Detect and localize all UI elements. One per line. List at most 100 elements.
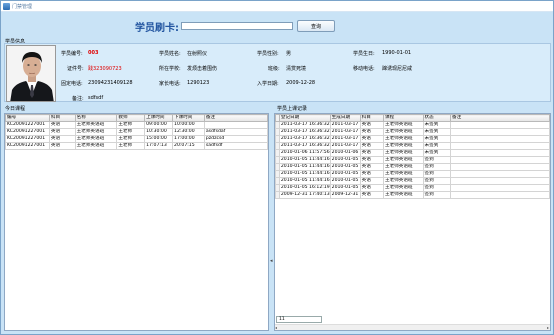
table-cell: 10:30:00 [144,128,174,136]
table-cell: sadfsdf [203,142,268,150]
table-cell: 2011-03-17 16:36:32 [278,128,331,136]
table-cell [450,142,550,150]
table-row[interactable]: 2009-12-31 17:40:13 2009-12-31 英语 王老师英语班 签到 [275,191,550,199]
column-header[interactable]: 教师 [116,114,146,122]
table-row[interactable]: 2011-03-17 16:36:32 2011-03-17 英语 王老师英语班 未签到 [275,128,550,136]
table-cell: 王老师英语班 [383,149,424,157]
column-header[interactable]: 课程 [383,114,424,122]
scroll-right-icon[interactable]: ▸ [547,325,549,330]
table-row[interactable]: KC20091227001 英语 王老师英语班 王老师 17:07:13 20:07:15… [5,142,268,150]
table-row[interactable]: 2011-03-17 16:36:32 2011-03-17 英语 王老师英语班 未签到 [275,135,550,143]
column-header[interactable]: 上课时间 [144,114,174,122]
column-header[interactable]: 备注 [450,114,550,122]
class-value: 清赏死境 [286,66,307,72]
table-cell: 2010-01-05 [329,184,361,192]
table-cell: 17:00:00 [172,135,205,143]
title-bar: 门禁管理 [1,1,553,12]
table-row[interactable]: 2010-01-05 16:12:19 2010-01-05 英语 王老师英语班 签到 [275,184,550,192]
table-cell: 签到 [422,177,452,185]
table-cell: KC20091227001 [5,121,50,129]
student-id-label: 学员编号: [61,51,83,57]
table-cell: 英语 [359,149,385,157]
table-cell: 王老师英语班 [74,121,118,129]
swipe-card-label: 学员刷卡: [135,23,179,34]
attendance-grid[interactable]: 登记日期 生成日期 科目 课程 状态 备注 2011-03-17 16:36:32 2011… [274,113,551,331]
table-cell: 签到 [422,170,452,178]
table-cell: 2010-01-05 11:44:16 [278,177,331,185]
table-cell: 王老师 [116,128,146,136]
student-name-label: 学员姓名: [159,51,181,57]
table-cell: 2011-03-17 16:36:32 [278,142,331,150]
table-cell: 20:07:15 [172,142,205,150]
column-header[interactable]: 下课时间 [172,114,205,122]
table-cell: 王老师英语班 [383,163,424,171]
table-row[interactable]: KC20091227001 英语 王老师英语班 王老师 09:00:00 10:00:00 [5,121,268,129]
table-cell: 2011-03-17 16:36:32 [278,121,331,129]
table-cell: 2010-01-05 [329,156,361,164]
column-header[interactable]: 编号 [5,114,50,122]
table-row[interactable]: KC20091227001 英语 王老师英语班 王老师 15:00:00 17:00:00… [5,135,268,143]
table-cell: 英语 [359,135,385,143]
column-header[interactable]: 科目 [48,114,76,122]
column-header[interactable]: 名称 [74,114,118,122]
table-row[interactable]: 2010-01-05 11:44:16 2010-01-05 英语 王老师英语班 签到 [275,163,550,171]
table-cell: 王老师 [116,142,146,150]
horizontal-scrollbar[interactable]: ◂ ▸ [275,324,550,330]
table-cell [450,177,550,185]
table-row[interactable]: 2010-01-05 11:44:16 2010-01-05 英语 王老师英语班 签到 [275,170,550,178]
table-cell [450,184,550,192]
table-cell: 2009-12-31 [329,191,361,199]
table-cell: 英语 [359,128,385,136]
table-row[interactable]: 2010-01-05 11:44:16 2010-01-05 英语 王老师英语班 签到 [275,156,550,164]
table-cell: 未签到 [422,128,452,136]
table-cell: 2010-01-05 11:44:16 [278,170,331,178]
table-cell: 2011-03-17 16:36:32 [278,135,331,143]
id-card-label: 证件号: [67,66,84,72]
table-cell: 10:00:00 [172,121,205,129]
today-courses-table: 编号 科目 名称 教师 上课时间 下课时间 备注 KC20091227001 英语 王老师英语班… [5,114,268,150]
table-row[interactable]: 2011-03-17 16:36:32 2011-03-17 英语 王老师英语班 未签到 [275,142,550,150]
table-cell: 未签到 [422,135,452,143]
column-header[interactable]: 登记日期 [278,114,331,122]
column-header[interactable]: 备注 [203,114,268,122]
table-cell: 未签到 [422,149,452,157]
table-cell: KC20091227001 [5,142,50,150]
query-button[interactable]: 查询 [297,20,335,32]
column-header[interactable]: 科目 [359,114,385,122]
table-row[interactable]: KC20091227001 英语 王老师英语班 王老师 10:30:00 12:30:00… [5,128,268,136]
enroll-date-value: 2009-12-28 [286,80,316,86]
table-cell: 2011-03-17 [329,128,361,136]
table-cell: 王老师英语班 [383,156,424,164]
table-cell: 签到 [422,184,452,192]
table-cell: 王老师 [116,121,146,129]
today-courses-grid[interactable]: 编号 科目 名称 教师 上课时间 下课时间 备注 KC20091227001 英语 王老师英语班… [4,113,269,331]
table-row[interactable]: 2010-01-06 11:57:56 2010-01-06 英语 王老师英语班 未签到 [275,149,550,157]
mobile-value: 蹿诱现尼尼咸 [382,66,413,72]
table-cell: 英语 [48,135,76,143]
table-cell: 英语 [359,163,385,171]
table-cell: 15:00:00 [144,135,174,143]
column-header[interactable]: 状态 [422,114,452,122]
table-row[interactable]: 2010-01-05 11:44:16 2010-01-05 英语 王老师英语班 签到 [275,177,550,185]
table-cell [450,191,550,199]
main-window: 门禁管理 学员刷卡: 查询 学员信息 学员编号: 003 学员姓名: 在射照仪 … [0,0,554,335]
attendance-section-label: 学员上课记录 [277,106,308,112]
table-cell: 英语 [359,121,385,129]
table-cell: 12:30:00 [172,128,205,136]
card-number-input[interactable] [181,22,293,30]
page-input[interactable]: 11 [276,316,322,323]
class-label: 班级: [268,66,280,72]
table-cell: 王老师英语班 [74,128,118,136]
table-cell: KC20091227001 [5,128,50,136]
table-cell: 王老师英语班 [383,142,424,150]
scroll-left-icon[interactable]: ◂ [275,325,277,330]
attendance-table: 登记日期 生成日期 科目 课程 状态 备注 2011-03-17 16:36:32 2011… [275,114,550,199]
table-cell [450,156,550,164]
collapse-arrow-icon[interactable]: ◂ [270,258,273,264]
table-row[interactable]: 2011-03-17 16:36:32 2011-03-17 英语 王老师英语班 未签到 [275,121,550,129]
table-cell: 2010-01-05 11:44:16 [278,163,331,171]
table-cell: 未签到 [422,121,452,129]
column-header[interactable]: 生成日期 [329,114,361,122]
parent-phone-label: 家长电话: [159,81,181,87]
table-cell [450,149,550,157]
